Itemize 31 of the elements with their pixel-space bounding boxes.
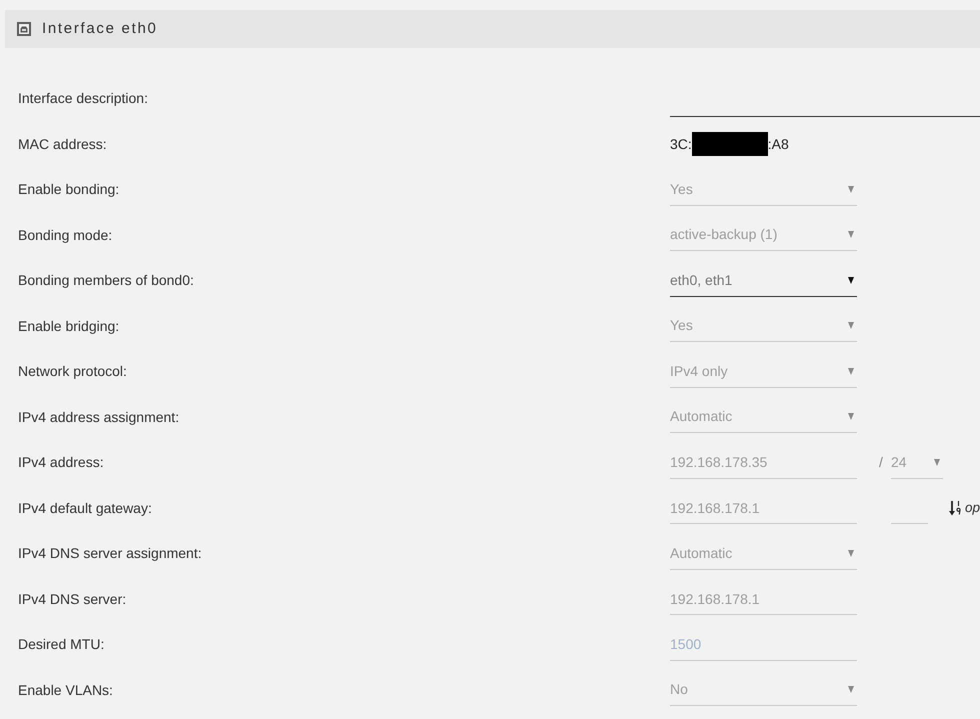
field-label: Enable bridging: [18, 316, 120, 336]
network-port-icon [17, 22, 31, 36]
mac-address-text: :A8 [768, 134, 789, 154]
field-label: IPv4 address assignment: [18, 408, 180, 427]
panel-title: Interface eth0 [42, 18, 158, 39]
field-label: Network protocol: [18, 362, 127, 382]
field-label: MAC address: [18, 134, 107, 154]
field-label: IPv4 DNS server: [18, 590, 126, 609]
dropdown[interactable]: eth0, eth1 [670, 264, 857, 297]
caret-icon [848, 550, 854, 557]
caret-icon [848, 231, 854, 238]
field-label: IPv4 default gateway: [18, 498, 152, 518]
caret-icon [848, 186, 854, 193]
field-label: Desired MTU: [18, 635, 104, 654]
field-label: Enable VLANs: [18, 680, 113, 700]
field-label: Bonding mode: [18, 226, 112, 245]
field-label: IPv4 address: [18, 453, 104, 472]
caret-icon [848, 276, 854, 284]
caret-icon [934, 458, 940, 466]
field-label: IPv4 DNS server assignment: [18, 544, 202, 564]
caret-icon [848, 413, 854, 420]
mac-address-text: 3C: [670, 134, 692, 154]
caret-icon [848, 686, 854, 694]
caret-icon [848, 368, 854, 375]
hint-text: op [965, 499, 980, 518]
sort-icon [949, 500, 962, 516]
caret-icon [848, 322, 854, 330]
prefix-separator: / [879, 453, 884, 472]
field-label: Interface description: [18, 89, 148, 108]
field-label: Enable bonding: [18, 180, 120, 200]
field-label: Bonding members of bond0: [18, 271, 194, 290]
